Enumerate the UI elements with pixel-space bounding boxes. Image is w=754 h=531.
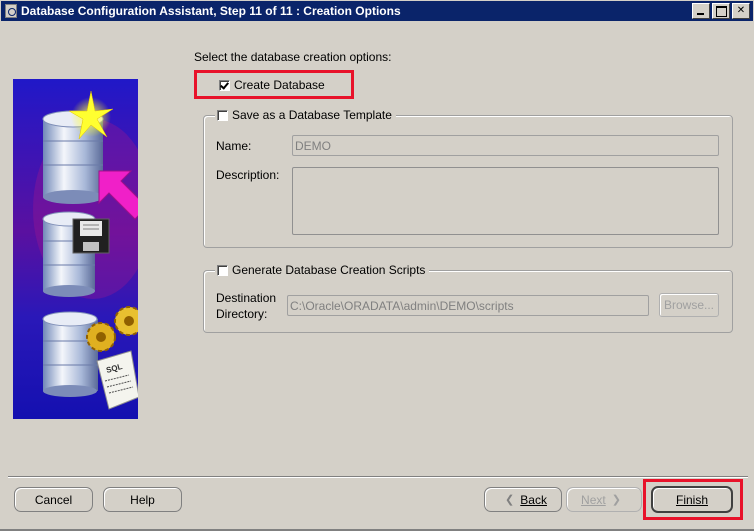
browse-button-label: Browse... bbox=[663, 298, 714, 312]
app-icon bbox=[5, 4, 17, 18]
next-button[interactable]: Next ❯ bbox=[566, 487, 642, 512]
window-title: Database Configuration Assistant, Step 1… bbox=[21, 4, 401, 18]
back-button-label: Back bbox=[520, 492, 547, 507]
next-button-label: Next bbox=[581, 492, 606, 507]
database-cylinder-bottom bbox=[42, 311, 98, 397]
minimize-button[interactable] bbox=[692, 3, 710, 19]
generate-scripts-option[interactable]: Generate Database Creation Scripts bbox=[215, 263, 430, 277]
create-database-label: Create Database bbox=[234, 78, 325, 92]
generate-scripts-checkbox[interactable] bbox=[217, 264, 228, 276]
options-heading: Select the database creation options: bbox=[194, 50, 392, 64]
database-illustration-graphic: SQL bbox=[13, 79, 138, 419]
save-template-label: Save as a Database Template bbox=[232, 108, 392, 122]
help-button-label: Help bbox=[130, 492, 155, 507]
cancel-button[interactable]: Cancel bbox=[14, 487, 93, 512]
footer-separator bbox=[8, 476, 748, 478]
help-button[interactable]: Help bbox=[103, 487, 182, 512]
back-button[interactable]: ❮ Back bbox=[484, 487, 562, 512]
save-template-checkbox[interactable] bbox=[217, 109, 228, 121]
browse-button[interactable]: Browse... bbox=[659, 293, 719, 317]
description-label: Description: bbox=[216, 168, 280, 182]
template-name-field[interactable]: DEMO bbox=[292, 135, 719, 156]
database-illustration: SQL bbox=[13, 79, 138, 419]
template-description-field[interactable] bbox=[292, 167, 719, 235]
finish-button[interactable]: Finish bbox=[651, 486, 733, 513]
cancel-button-label: Cancel bbox=[34, 492, 73, 507]
destination-directory-field[interactable]: C:\Oracle\ORADATA\admin\DEMO\scripts bbox=[287, 295, 649, 316]
create-database-checkbox[interactable] bbox=[219, 79, 230, 91]
generate-scripts-label: Generate Database Creation Scripts bbox=[232, 263, 426, 277]
finish-button-label: Finish bbox=[675, 492, 708, 507]
chevron-right-icon: ❯ bbox=[611, 494, 621, 506]
destination-label-line2: Directory: bbox=[216, 307, 268, 321]
chevron-left-icon: ❮ bbox=[505, 494, 515, 506]
destination-label-line1: Destination bbox=[216, 291, 277, 305]
title-bar: Database Configuration Assistant, Step 1… bbox=[0, 0, 754, 22]
window-controls: ✕ bbox=[690, 3, 750, 19]
maximize-button[interactable] bbox=[712, 3, 730, 19]
close-button[interactable]: ✕ bbox=[732, 3, 750, 19]
floppy-disk-icon bbox=[72, 218, 110, 254]
create-database-option[interactable]: Create Database bbox=[219, 78, 325, 92]
save-template-option[interactable]: Save as a Database Template bbox=[215, 108, 396, 122]
name-label: Name: bbox=[216, 139, 252, 153]
